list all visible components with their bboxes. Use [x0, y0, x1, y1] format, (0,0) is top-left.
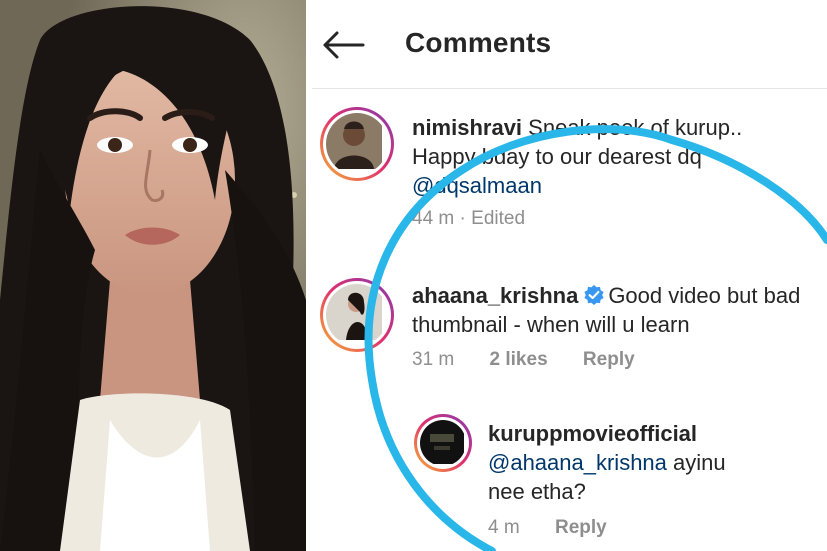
avatar-image	[420, 420, 466, 466]
comment-username[interactable]: kuruppmovieofficial	[488, 421, 697, 446]
mention-link[interactable]: @ahaana_krishna	[488, 450, 667, 475]
avatar[interactable]	[414, 414, 472, 472]
comment-time: 4 m	[488, 517, 520, 538]
reply-button[interactable]: Reply	[555, 517, 607, 538]
comment-meta: 4 m Reply	[488, 517, 637, 539]
comment-body: kuruppmovieofficial @ahaana_krishna ayin…	[488, 419, 818, 506]
portrait-illustration	[0, 0, 306, 551]
person-photo	[0, 0, 306, 551]
reply-kuruppmovieofficial: kuruppmovieofficial @ahaana_krishna ayin…	[312, 0, 827, 551]
comments-panel: Comments nimishravi Sneak peek of kurup.…	[312, 0, 827, 551]
comment-text: ayinu	[673, 450, 726, 475]
comment-text-line2: nee etha?	[488, 479, 586, 504]
